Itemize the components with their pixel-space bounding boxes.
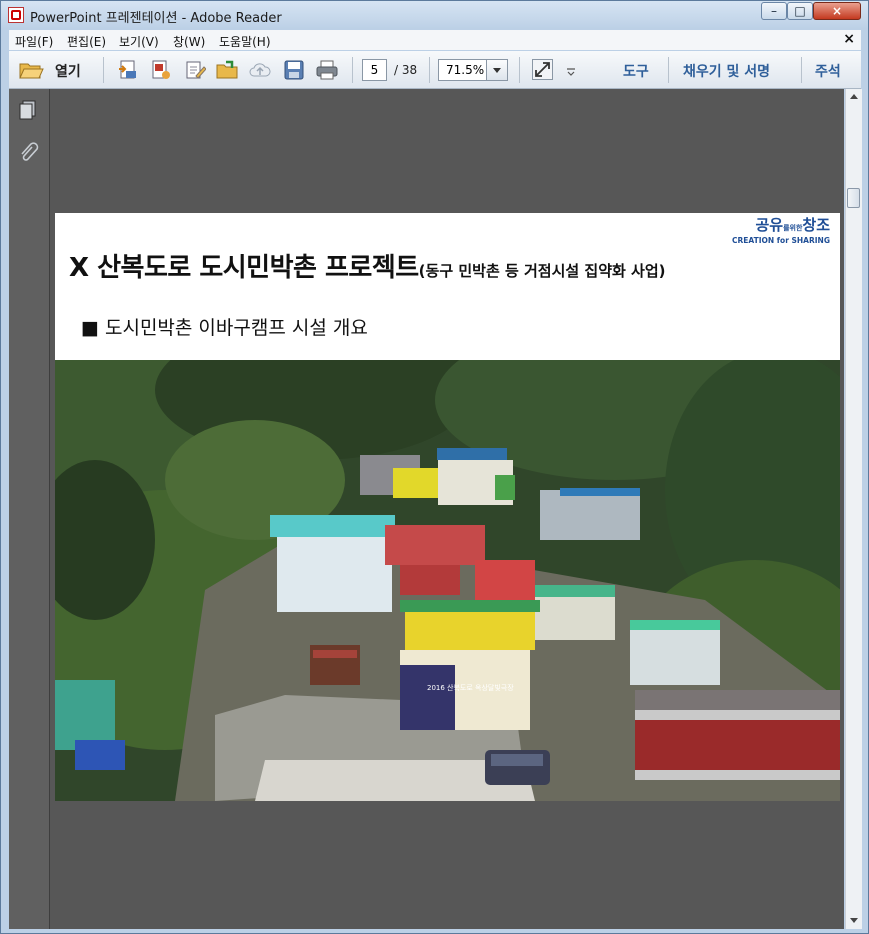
app-window: PowerPoint 프레젠테이션 - Adobe Reader – □ × 파… [0,0,869,934]
pdf-page: 공유를위한창조 CREATION for SHARING X 산복도로 도시민박… [55,213,840,801]
scroll-up-icon[interactable] [850,94,858,99]
page-number-input[interactable]: 5 [362,59,387,81]
minimize-button[interactable]: – [761,2,787,20]
menu-view[interactable]: 보기(V) [119,33,159,50]
attachments-icon[interactable] [17,141,39,163]
slide-bullet: ■ 도시민박촌 이바구캠프 시설 개요 [81,317,368,339]
scrollbar-thumb[interactable] [847,188,860,208]
page-thumbnails-icon[interactable] [17,99,39,121]
navigation-pane [9,89,50,929]
combine-files-icon[interactable] [216,59,238,81]
toolbar-divider [429,57,430,83]
toolbar-divider [103,57,104,83]
menu-window[interactable]: 창(W) [173,33,205,50]
folder-open-icon[interactable] [18,59,44,81]
toolbar-divider [668,57,669,83]
slide-title: X 산복도로 도시민박촌 프로젝트(동구 민박촌 등 거점시설 집약화 사업) [69,253,666,283]
menu-file[interactable]: 파일(F) [15,33,53,50]
print-icon[interactable] [316,59,338,81]
village-banner-text: 2016 산복도로 옥상달빛극장 [427,683,514,692]
toolbar-divider [519,57,520,83]
slide-subtitle: (동구 민박촌 등 거점시설 집약화 사업) [418,262,666,280]
maximize-button[interactable]: □ [787,2,813,20]
tools-button[interactable]: 도구 [623,61,649,81]
edit-pdf-icon[interactable] [184,59,206,81]
menu-bar: 파일(F) 편집(E) 보기(V) 창(W) 도움말(H) × [9,30,861,50]
toolbar-divider [352,57,353,83]
adobe-reader-icon [8,7,24,23]
aerial-village-photo: 2016 산복도로 옥상달빛극장 [55,360,840,801]
window-title: PowerPoint 프레젠테이션 - Adobe Reader [30,11,282,26]
chevron-down-icon[interactable] [486,60,507,80]
close-button[interactable]: × [813,2,861,20]
zoom-select[interactable]: 71.5% [438,59,508,81]
zoom-value: 71.5% [446,63,485,77]
toolbar-options-icon[interactable] [565,59,577,81]
menu-help[interactable]: 도움말(H) [219,33,271,50]
menu-edit[interactable]: 편집(E) [67,33,106,50]
scroll-down-icon[interactable] [850,918,858,923]
comment-button[interactable]: 주석 [815,61,841,81]
cloud-upload-icon[interactable] [249,59,271,81]
fullscreen-icon[interactable] [532,59,553,80]
save-icon[interactable] [283,59,305,81]
document-close-icon[interactable]: × [843,31,855,47]
creation-for-sharing-logo: 공유를위한창조 CREATION for SHARING [731,216,830,245]
create-pdf-icon[interactable] [117,59,139,81]
page-total: / 38 [394,63,418,77]
export-pdf-icon[interactable] [150,59,172,81]
title-bar: PowerPoint 프레젠테이션 - Adobe Reader – □ × [1,1,868,29]
toolbar-divider [801,57,802,83]
vertical-scrollbar[interactable] [845,89,862,929]
open-button-label[interactable]: 열기 [55,61,81,81]
fill-sign-button[interactable]: 채우기 및 서명 [683,61,770,81]
toolbar: 열기 5 / 38 71.5% 도구 채우기 및 서명 주석 [9,51,861,89]
